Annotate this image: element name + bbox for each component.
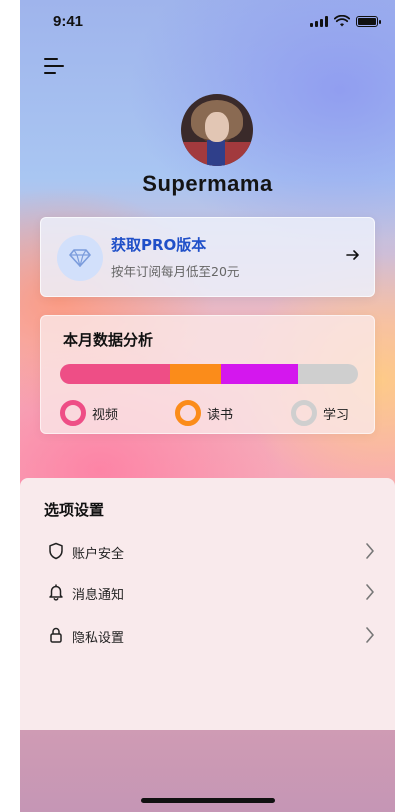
status-icons bbox=[310, 15, 381, 27]
get-pro-card[interactable]: 获取PRO版本 按年订阅每月低至20元 bbox=[40, 217, 375, 297]
legend-label: 学习 bbox=[323, 407, 350, 423]
settings-item-privacy[interactable]: 隐私设置 bbox=[20, 618, 395, 652]
wifi-icon bbox=[334, 15, 350, 27]
usage-segment-video bbox=[60, 364, 171, 384]
chevron-right-icon bbox=[366, 543, 374, 559]
video-ring-icon bbox=[60, 400, 86, 426]
arrow-right-icon bbox=[346, 250, 359, 260]
battery-icon bbox=[356, 15, 381, 27]
settings-title: 选项设置 bbox=[44, 501, 105, 519]
usage-segment-study bbox=[220, 364, 299, 384]
legend-reading: 读书 bbox=[175, 400, 233, 426]
home-indicator[interactable] bbox=[141, 798, 275, 803]
pro-subtitle: 按年订阅每月低至20元 bbox=[111, 264, 240, 279]
shield-icon bbox=[49, 542, 63, 560]
reading-ring-icon bbox=[175, 400, 201, 426]
stats-title: 本月数据分析 bbox=[63, 331, 154, 349]
settings-item-label: 隐私设置 bbox=[72, 631, 125, 646]
legend-study: 学习 bbox=[291, 400, 349, 426]
legend-video: 视频 bbox=[60, 400, 118, 426]
bell-icon bbox=[49, 584, 63, 601]
chevron-right-icon bbox=[366, 627, 374, 643]
menu-icon[interactable] bbox=[44, 56, 68, 76]
settings-item-label: 账户安全 bbox=[72, 547, 125, 562]
legend-label: 视频 bbox=[92, 407, 119, 423]
study-ring-icon bbox=[291, 400, 317, 426]
username: Supermama bbox=[142, 171, 273, 196]
status-time: 9:41 bbox=[53, 13, 84, 30]
settings-panel: 选项设置 账户安全 消息通知 隐私设置 bbox=[20, 478, 395, 730]
monthly-stats-card: 本月数据分析 视频 读书 学习 bbox=[40, 315, 375, 434]
legend-label: 读书 bbox=[207, 407, 234, 423]
diamond-icon bbox=[57, 235, 103, 281]
usage-progress-bar bbox=[60, 364, 358, 384]
pro-title: 获取PRO版本 bbox=[111, 236, 207, 254]
cellular-signal-icon bbox=[310, 15, 328, 27]
lock-icon bbox=[50, 627, 62, 643]
settings-item-label: 消息通知 bbox=[72, 588, 125, 603]
settings-item-notifications[interactable]: 消息通知 bbox=[20, 575, 395, 609]
usage-segment-reading bbox=[170, 364, 221, 384]
settings-item-account-security[interactable]: 账户安全 bbox=[20, 534, 395, 568]
avatar[interactable] bbox=[181, 94, 253, 166]
phone-screen: 9:41 Supermama 获取PRO版本 按年订阅每月低至20元 本月数据分… bbox=[20, 0, 395, 812]
chevron-right-icon bbox=[366, 584, 374, 600]
